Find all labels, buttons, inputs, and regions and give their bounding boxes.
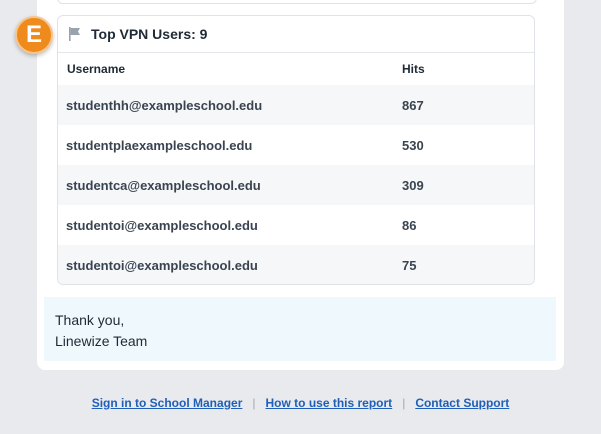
contact-support-link[interactable]: Contact Support bbox=[415, 396, 509, 410]
table-header: Username Hits bbox=[58, 53, 534, 85]
step-badge: E bbox=[15, 16, 53, 54]
table-row: studentplaexampleschool.edu 530 bbox=[58, 125, 534, 165]
panel-title: Top VPN Users: 9 bbox=[91, 26, 208, 42]
thank-you-box: Thank you, Linewize Team bbox=[44, 297, 556, 361]
top-vpn-users-panel: Top VPN Users: 9 Username Hits studenthh… bbox=[57, 15, 535, 285]
team-signature: Linewize Team bbox=[55, 333, 148, 349]
username-column-header: Username bbox=[67, 62, 126, 76]
hits-cell: 530 bbox=[402, 137, 424, 153]
thank-you-line: Thank you, bbox=[55, 312, 125, 328]
hits-cell: 309 bbox=[402, 177, 424, 193]
hits-cell: 86 bbox=[402, 217, 417, 233]
username-cell: studentoi@exampleschool.edu bbox=[66, 257, 258, 273]
table-row: studentca@exampleschool.edu 309 bbox=[58, 165, 534, 205]
panel-header: Top VPN Users: 9 bbox=[58, 16, 534, 53]
table-row: studentoi@exampleschool.edu 75 bbox=[58, 245, 534, 284]
separator: | bbox=[402, 396, 406, 410]
table-row: studentoi@exampleschool.edu 86 bbox=[58, 205, 534, 245]
hits-cell: 867 bbox=[402, 97, 424, 113]
hits-column-header: Hits bbox=[402, 62, 425, 76]
how-to-use-link[interactable]: How to use this report bbox=[266, 396, 393, 410]
username-cell: studentca@exampleschool.edu bbox=[66, 177, 261, 193]
username-cell: studenthh@exampleschool.edu bbox=[66, 97, 263, 113]
sign-in-link[interactable]: Sign in to School Manager bbox=[92, 396, 243, 410]
separator: | bbox=[252, 396, 256, 410]
flag-icon bbox=[69, 27, 80, 41]
username-cell: studentplaexampleschool.edu bbox=[66, 137, 253, 153]
previous-panel-edge bbox=[57, 0, 537, 4]
footer-links: Sign in to School Manager | How to use thi… bbox=[0, 396, 601, 410]
table-row: studenthh@exampleschool.edu 867 bbox=[58, 85, 534, 125]
username-cell: studentoi@exampleschool.edu bbox=[66, 217, 258, 233]
hits-cell: 75 bbox=[402, 257, 417, 273]
